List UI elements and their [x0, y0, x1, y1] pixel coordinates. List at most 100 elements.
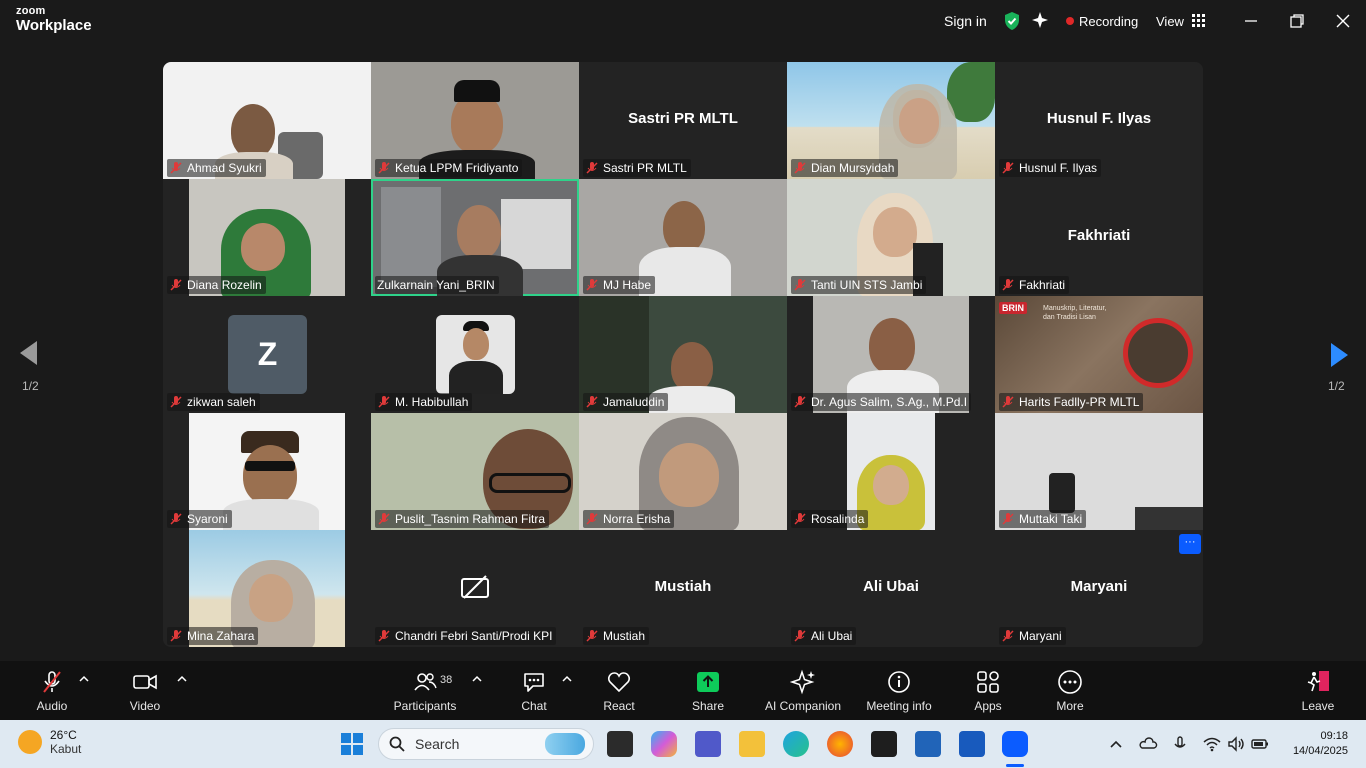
participant-tile[interactable]: Norra Erisha: [579, 413, 787, 530]
participant-tile-active-speaker[interactable]: Zulkarnain Yani_BRIN: [371, 179, 579, 296]
leave-button[interactable]: Leave: [1300, 661, 1336, 720]
muted-mic-icon: [170, 396, 182, 408]
shield-check-icon[interactable]: [1003, 11, 1021, 31]
participant-name: M. Habibullah: [395, 395, 469, 409]
system-clock[interactable]: 09:18 14/04/2025: [1293, 729, 1348, 759]
more-button[interactable]: More: [1054, 661, 1086, 720]
next-page-icon[interactable]: [1323, 340, 1353, 370]
participant-tile[interactable]: MJ Habe: [579, 179, 787, 296]
wifi-icon[interactable]: [1202, 734, 1222, 754]
ai-companion-button[interactable]: AI Companion: [763, 661, 843, 720]
participants-button[interactable]: Participants: [392, 661, 458, 720]
participant-name: Ketua LPPM Fridiyanto: [395, 161, 519, 175]
participant-name: Zulkarnain Yani_BRIN: [377, 278, 495, 292]
participant-tile[interactable]: Dian Mursyidah: [787, 62, 995, 179]
muted-mic-icon: [1002, 513, 1014, 525]
participant-tile[interactable]: Mina Zahara: [163, 530, 371, 647]
copilot-icon[interactable]: [651, 731, 677, 757]
participant-name: Dian Mursyidah: [811, 161, 895, 175]
participants-options-chevron-icon[interactable]: [471, 673, 483, 685]
participant-tile[interactable]: Chandri Febri Santi/Prodi KPI: [371, 530, 579, 647]
previous-page-icon[interactable]: [15, 338, 45, 368]
audio-button[interactable]: Audio: [34, 661, 70, 720]
microsoft-store-icon[interactable]: [915, 731, 941, 757]
participant-tile[interactable]: Jamaluddin: [579, 296, 787, 413]
minimize-icon[interactable]: [1240, 10, 1262, 32]
muted-mic-icon: [586, 630, 598, 642]
participant-tile[interactable]: Husnul F. Ilyas Husnul F. Ilyas: [995, 62, 1203, 179]
participant-tile[interactable]: BRIN Manuskrip, Literatur, dan Tradisi L…: [995, 296, 1203, 413]
volume-icon[interactable]: [1226, 734, 1246, 754]
apps-button[interactable]: Apps: [972, 661, 1004, 720]
participant-tile[interactable]: Maryani Maryani ···: [995, 530, 1203, 647]
chat-icon: [524, 673, 544, 692]
video-label: Video: [129, 699, 161, 713]
ai-sparkle-icon[interactable]: [1031, 11, 1049, 29]
participant-tile[interactable]: Sastri PR MLTL Sastri PR MLTL: [579, 62, 787, 179]
participant-nameplate: Norra Erisha: [583, 510, 675, 528]
muted-mic-icon: [794, 513, 806, 525]
active-app-indicator: [1006, 764, 1024, 767]
participant-nameplate: Sastri PR MLTL: [583, 159, 691, 177]
chat-label: Chat: [521, 699, 547, 713]
restore-icon[interactable]: [1286, 10, 1308, 32]
weather-condition: Kabut: [50, 742, 82, 756]
participant-tile[interactable]: Fakhriati Fakhriati: [995, 179, 1203, 296]
participant-tile[interactable]: Puslit_Tasnim Rahman Fitra: [371, 413, 579, 530]
participant-tile[interactable]: Ali Ubai Ali Ubai: [787, 530, 995, 647]
participant-tile[interactable]: Z zikwan saleh: [163, 296, 371, 413]
participant-tile[interactable]: Tanti UIN STS Jambi: [787, 179, 995, 296]
participant-tile[interactable]: Dr. Agus Salim, S.Ag., M.Pd.I: [787, 296, 995, 413]
participant-tile[interactable]: Rosalinda: [787, 413, 995, 530]
participant-tile[interactable]: M. Habibullah: [371, 296, 579, 413]
onedrive-cloud-icon[interactable]: [1138, 734, 1158, 754]
view-button[interactable]: View: [1156, 0, 1206, 42]
tile-options-button[interactable]: ···: [1179, 534, 1201, 554]
recording-label: Recording: [1079, 13, 1139, 29]
battery-icon[interactable]: [1250, 734, 1270, 754]
participants-count: 38: [440, 674, 453, 686]
weather-widget[interactable]: 26°C Kabut: [18, 728, 81, 756]
teams-icon[interactable]: [695, 731, 721, 757]
muted-mic-icon: [586, 396, 598, 408]
word-icon[interactable]: [959, 731, 985, 757]
video-options-chevron-icon[interactable]: [176, 673, 188, 685]
participant-tile[interactable]: Mustiah Mustiah: [579, 530, 787, 647]
firefox-icon[interactable]: [827, 731, 853, 757]
recording-indicator[interactable]: Recording: [1066, 0, 1138, 42]
apps-icon: [977, 671, 999, 693]
participant-name: Syaroni: [187, 512, 228, 526]
participant-nameplate: Dr. Agus Salim, S.Ag., M.Pd.I: [791, 393, 972, 411]
meeting-info-button[interactable]: Meeting info: [864, 661, 934, 720]
share-button[interactable]: Share: [690, 661, 726, 720]
participant-tile[interactable]: Syaroni: [163, 413, 371, 530]
participant-nameplate: Harits Fadlly-PR MLTL: [999, 393, 1144, 411]
zoom-app-icon[interactable]: [1002, 731, 1028, 757]
participant-tile[interactable]: Diana Rozelin: [163, 179, 371, 296]
dropbox-icon[interactable]: [871, 731, 897, 757]
participant-nameplate: Muttaki Taki: [999, 510, 1087, 528]
close-icon[interactable]: [1332, 10, 1354, 32]
participant-tile[interactable]: Ketua LPPM Fridiyanto: [371, 62, 579, 179]
video-button[interactable]: Video: [126, 661, 164, 720]
microphone-in-use-icon[interactable]: [1170, 734, 1190, 754]
participant-name: Puslit_Tasnim Rahman Fitra: [395, 512, 546, 526]
participant-tile[interactable]: Muttaki Taki: [995, 413, 1203, 530]
show-hidden-icons-chevron-icon[interactable]: [1106, 734, 1126, 754]
file-explorer-icon[interactable]: [739, 731, 765, 757]
sign-in-button[interactable]: Sign in: [944, 0, 987, 42]
participant-tile[interactable]: Ahmad Syukri: [163, 62, 371, 179]
participant-nameplate: M. Habibullah: [375, 393, 473, 411]
chat-button[interactable]: Chat: [517, 661, 551, 720]
chat-options-chevron-icon[interactable]: [561, 673, 573, 685]
participant-avatar: Z: [228, 315, 307, 394]
task-view-icon[interactable]: [607, 731, 633, 757]
audio-label: Audio: [36, 699, 68, 713]
windows-start-icon[interactable]: [340, 732, 364, 756]
edge-browser-icon[interactable]: [783, 731, 809, 757]
react-button[interactable]: React: [601, 661, 637, 720]
info-icon: [888, 671, 910, 693]
taskbar-search-box[interactable]: Search: [378, 728, 594, 760]
audio-options-chevron-icon[interactable]: [78, 673, 90, 685]
muted-mic-icon: [378, 396, 390, 408]
